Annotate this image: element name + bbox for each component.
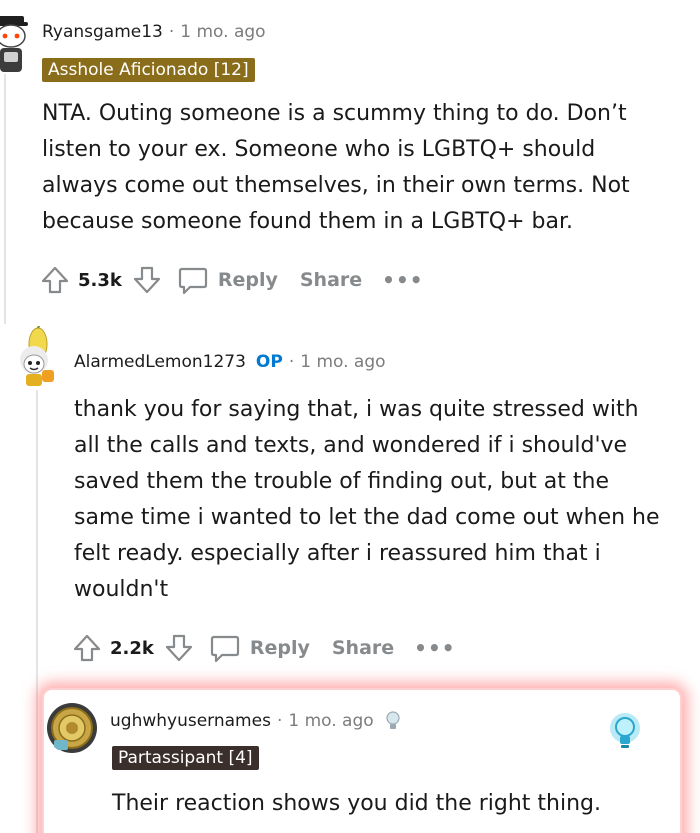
reply-label: Reply	[217, 269, 278, 291]
separator-dot: ·	[276, 711, 283, 731]
upvote-icon[interactable]	[70, 631, 104, 665]
comment-icon	[176, 263, 210, 297]
more-options-button[interactable]: •••	[382, 268, 423, 292]
timestamp[interactable]: 1 mo. ago	[300, 352, 385, 372]
thread-line-reply[interactable]	[36, 390, 38, 833]
user-flair: Asshole Aficionado [12]	[42, 58, 255, 82]
upvote-icon[interactable]	[38, 263, 72, 297]
username[interactable]: ughwhyusernames	[110, 711, 271, 731]
downvote-icon[interactable]	[130, 263, 164, 297]
comment-meta: ughwhyusernames · 1 mo. ago	[110, 710, 402, 732]
coin-avatar-icon[interactable]	[46, 702, 98, 754]
op-badge: OP	[255, 352, 283, 372]
comment-body: Their reaction shows you did the right t…	[112, 791, 602, 816]
comment-meta: Ryansgame13 · 1 mo. ago	[42, 22, 266, 42]
comment-actions: 5.3k Reply Share •••	[38, 260, 424, 300]
reply-button[interactable]: Reply	[208, 631, 310, 665]
timestamp[interactable]: 1 mo. ago	[180, 22, 265, 42]
separator-dot: ·	[168, 22, 175, 42]
comment-body: thank you for saying that, i was quite s…	[74, 397, 660, 602]
timestamp[interactable]: 1 mo. ago	[288, 711, 373, 731]
more-options-button[interactable]: •••	[414, 636, 455, 660]
comment-icon	[208, 631, 242, 665]
lightbulb-icon	[384, 710, 402, 732]
downvote-icon[interactable]	[162, 631, 196, 665]
thread-line-root[interactable]	[4, 74, 6, 324]
reply-button[interactable]: Reply	[176, 263, 278, 297]
lightbulb-award-icon[interactable]	[608, 712, 642, 754]
username[interactable]: Ryansgame13	[42, 22, 163, 42]
snoo-avatar-icon[interactable]	[0, 12, 28, 74]
user-flair: Partassipant [4]	[112, 746, 259, 770]
vote-count: 2.2k	[110, 637, 154, 659]
username[interactable]: AlarmedLemon1273	[74, 352, 246, 372]
lemon-avatar-icon[interactable]	[12, 326, 62, 390]
comment-body: NTA. Outing someone is a scummy thing to…	[42, 101, 630, 234]
share-button[interactable]: Share	[300, 269, 362, 291]
comment-meta: AlarmedLemon1273 OP · 1 mo. ago	[74, 352, 386, 372]
share-button[interactable]: Share	[332, 637, 394, 659]
reply-label: Reply	[249, 637, 310, 659]
separator-dot: ·	[288, 352, 295, 372]
comment-actions: 2.2k Reply Share •••	[70, 628, 456, 668]
vote-count: 5.3k	[78, 269, 122, 291]
